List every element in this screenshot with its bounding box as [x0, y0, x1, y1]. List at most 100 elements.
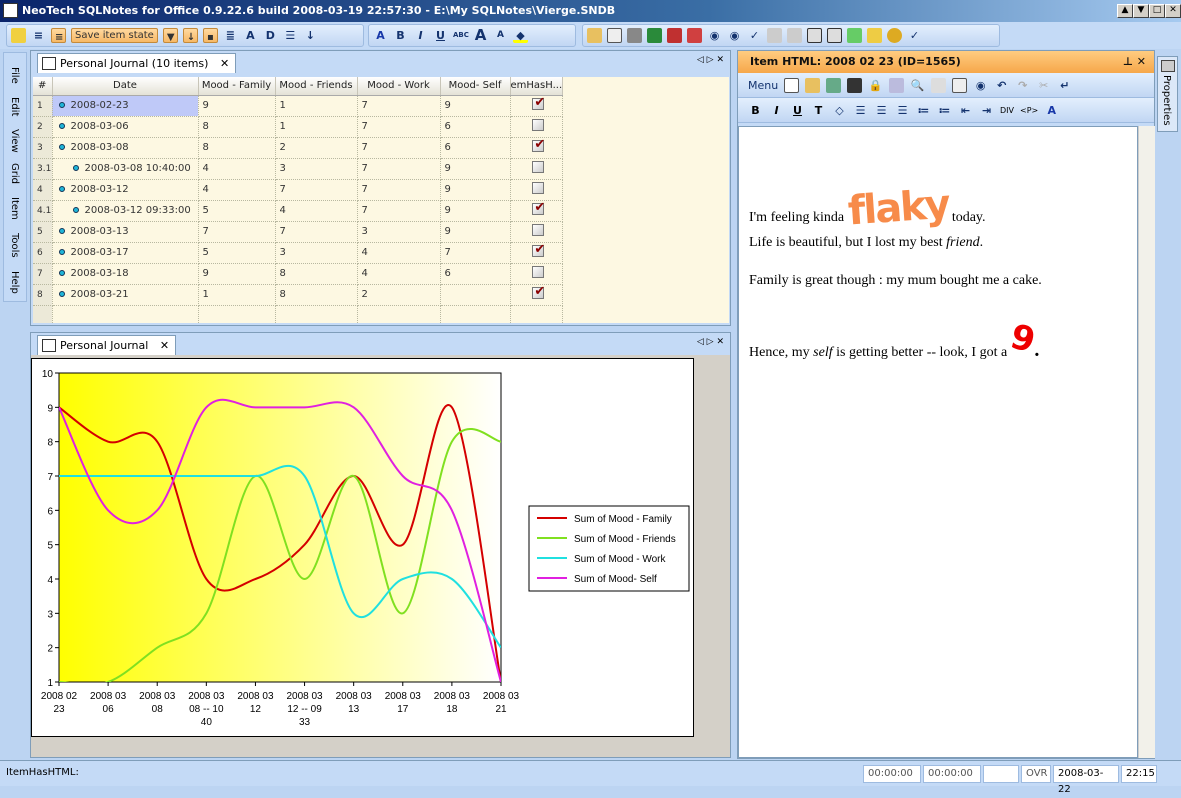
open-folder-icon[interactable] — [587, 28, 602, 43]
close-tab-icon[interactable]: ✕ — [220, 57, 229, 70]
font-icon[interactable]: A — [1044, 103, 1059, 118]
copy-items-icon[interactable] — [867, 28, 882, 43]
align-left-icon[interactable]: ☰ — [853, 103, 868, 118]
mood-work-cell[interactable]: 4 — [357, 242, 441, 264]
checkbox[interactable] — [532, 95, 545, 110]
open-icon[interactable] — [805, 77, 821, 93]
print-preview-icon[interactable] — [607, 28, 622, 43]
has-html-cell[interactable] — [510, 137, 564, 159]
binoculars-icon[interactable]: ◉ — [707, 28, 722, 43]
table-row[interactable]: 8 2008-03-21 1 8 2 — [33, 284, 564, 306]
align-center-icon[interactable]: ☰ — [874, 103, 889, 118]
mood-self-cell[interactable]: 9 — [440, 221, 511, 243]
date-cell[interactable]: 2008-03-08 — [52, 137, 199, 159]
italic-button[interactable]: I — [413, 28, 428, 43]
text-color-icon[interactable]: T — [811, 103, 826, 118]
pin-close-icons[interactable]: ⊥ ✕ — [1123, 51, 1146, 73]
mood-self-cell[interactable]: 9 — [440, 158, 511, 180]
checkbox[interactable] — [532, 137, 545, 152]
checkbox[interactable] — [532, 224, 545, 236]
side-tab-grid[interactable]: Grid — [9, 163, 20, 184]
date-cell[interactable]: 2008-03-21 — [52, 284, 199, 306]
mood-family-cell[interactable]: 9 — [198, 263, 276, 285]
source-icon[interactable] — [952, 77, 968, 93]
mood-family-cell[interactable]: 5 — [198, 242, 276, 264]
mood-friends-cell[interactable]: 8 — [275, 284, 358, 306]
column-header[interactable]: Date — [52, 77, 199, 96]
checkbox[interactable] — [532, 119, 545, 131]
highlight-icon[interactable]: ◆ — [513, 28, 528, 43]
mood-friends-cell[interactable]: 3 — [275, 158, 358, 180]
binoculars-icon[interactable]: ◉ — [973, 78, 988, 93]
excel-icon[interactable] — [647, 28, 662, 43]
bold-button[interactable]: B — [748, 103, 763, 118]
group-icon[interactable]: ≣ — [223, 28, 238, 43]
has-html-cell[interactable] — [510, 221, 564, 243]
mood-self-cell[interactable]: 7 — [440, 242, 511, 264]
grow-font-icon[interactable]: A — [473, 28, 488, 43]
mood-family-cell[interactable]: 9 — [198, 95, 276, 117]
indent-icon[interactable]: ⇥ — [979, 103, 994, 118]
mood-work-cell[interactable]: 4 — [357, 263, 441, 285]
mood-self-cell[interactable]: 9 — [440, 95, 511, 117]
mood-family-cell[interactable]: 4 — [198, 179, 276, 201]
table-row[interactable]: 3.1 2008-03-08 10:40:00 4 3 7 9 — [33, 158, 564, 180]
new-document-icon[interactable] — [784, 77, 800, 93]
bullet-list-icon[interactable]: ≔ — [937, 103, 952, 118]
side-tab-help[interactable]: Help — [9, 271, 20, 294]
close-button[interactable]: ✕ — [1165, 4, 1181, 18]
italic-button[interactable]: I — [769, 103, 784, 118]
mood-self-cell[interactable]: 9 — [440, 179, 511, 201]
filter-a-icon[interactable]: A — [243, 28, 258, 43]
align-icon[interactable]: ☰ — [283, 28, 298, 43]
checkbox[interactable] — [532, 200, 545, 215]
underline-button[interactable]: U — [790, 103, 805, 118]
numbered-list-icon[interactable]: ≔ — [916, 103, 931, 118]
save-icon[interactable] — [847, 77, 863, 93]
tab-personal-journal-chart[interactable]: Personal Journal ✕ — [37, 335, 177, 355]
strikethrough-button[interactable]: ABC — [453, 28, 469, 43]
scroll-up-button[interactable]: ▲ — [1117, 4, 1133, 18]
refresh-icon[interactable] — [847, 28, 862, 43]
mood-family-cell[interactable]: 7 — [198, 221, 276, 243]
side-tab-view[interactable]: View — [9, 129, 20, 153]
lock-icon[interactable]: 🔒 — [868, 78, 883, 93]
column-header[interactable]: emHasH... — [510, 77, 564, 96]
fill-color-icon[interactable]: ◇ — [832, 103, 847, 118]
cut-icon[interactable]: ✂ — [1036, 78, 1051, 93]
table-row[interactable]: 6 2008-03-17 5 3 4 7 — [33, 242, 564, 264]
mood-work-cell[interactable]: 7 — [357, 179, 441, 201]
shrink-font-icon[interactable]: A — [493, 28, 508, 43]
has-html-cell[interactable] — [510, 179, 564, 201]
checkbox[interactable] — [532, 284, 545, 299]
has-html-cell[interactable] — [510, 284, 564, 306]
outdent-icon[interactable]: ⇤ — [958, 103, 973, 118]
date-cell[interactable]: 2008-03-06 — [52, 116, 199, 138]
mood-friends-cell[interactable]: 8 — [275, 263, 358, 285]
align-right-icon[interactable]: ☰ — [895, 103, 910, 118]
tab-nav-arrows[interactable]: ◁ ▷ ✕ — [697, 55, 724, 65]
indent-icon[interactable]: ≡ — [31, 28, 46, 43]
has-html-cell[interactable] — [510, 242, 564, 264]
checkbox[interactable] — [532, 242, 545, 257]
mood-work-cell[interactable]: 7 — [357, 158, 441, 180]
open-web-icon[interactable] — [826, 77, 842, 93]
checkbox[interactable] — [532, 182, 545, 194]
table-row[interactable]: 7 2008-03-18 9 8 4 6 — [33, 263, 564, 285]
mood-friends-cell[interactable]: 3 — [275, 242, 358, 264]
spell-icon[interactable]: ✓ — [747, 28, 762, 43]
find-icon[interactable] — [931, 77, 947, 93]
has-html-cell[interactable] — [510, 158, 564, 180]
save-item-state-button[interactable]: Save item state — [71, 28, 158, 43]
mood-friends-cell[interactable]: 2 — [275, 137, 358, 159]
mood-self-cell[interactable]: 6 — [440, 116, 511, 138]
wrap-icon[interactable]: ↓ — [303, 28, 318, 43]
mood-work-cell[interactable]: 7 — [357, 116, 441, 138]
p-button[interactable]: <P> — [1020, 106, 1038, 115]
side-tab-tools[interactable]: Tools — [9, 233, 20, 258]
outdent-icon[interactable]: ≡ — [51, 28, 66, 43]
sort-icon[interactable]: ↓ — [182, 28, 198, 43]
mood-work-cell[interactable]: 3 — [357, 221, 441, 243]
has-html-cell[interactable] — [510, 263, 564, 285]
zoom-icon[interactable]: 🔍 — [910, 78, 925, 93]
